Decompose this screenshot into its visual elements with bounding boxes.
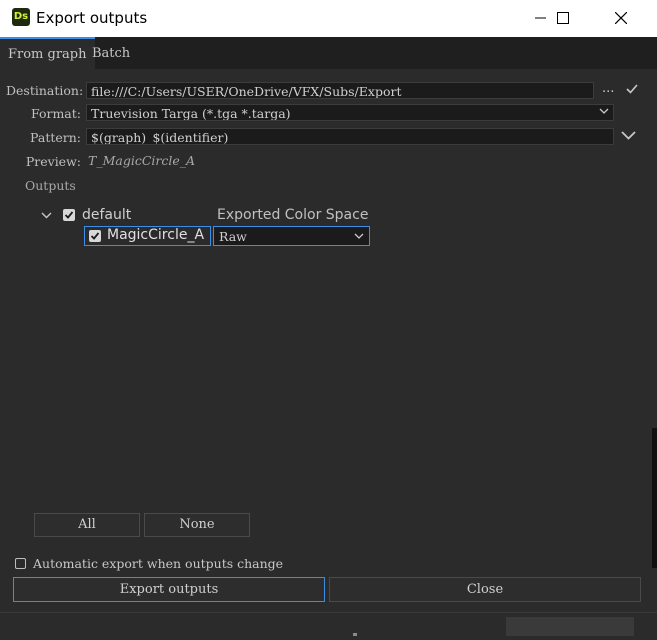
color-space-header: Exported Color Space — [217, 207, 369, 223]
export-outputs-button[interactable]: Export outputs — [13, 577, 325, 602]
output-row-magiccircle[interactable]: MagicCircle_A — [84, 226, 211, 246]
select-all-button[interactable]: All — [34, 513, 140, 537]
status-bar — [0, 612, 657, 640]
check-icon — [90, 232, 100, 240]
pattern-label: Pattern: — [30, 130, 81, 145]
format-label: Format: — [30, 106, 81, 121]
collapse-chevron-icon[interactable] — [41, 212, 52, 219]
format-select[interactable]: Truevision Targa (*.tga *.targa) — [86, 104, 614, 121]
title-bar: Ds Export outputs — [0, 0, 657, 37]
chevron-down-icon — [354, 233, 364, 239]
maximize-icon — [557, 12, 569, 24]
destination-field[interactable]: file:///C:/Users/USER/OneDrive/VFX/Subs/… — [86, 82, 594, 99]
preview-label: Preview: — [25, 154, 81, 169]
outputs-section-label: Outputs — [25, 178, 76, 193]
group-default-checkbox[interactable] — [63, 209, 75, 221]
app-logo-icon: Ds — [12, 8, 30, 26]
destination-label: Destination: — [6, 83, 84, 98]
chevron-down-icon — [599, 108, 609, 114]
maximize-button[interactable] — [540, 0, 586, 37]
output-checkbox[interactable] — [89, 230, 101, 242]
status-bar-panel — [506, 617, 634, 636]
auto-export-checkbox[interactable] — [15, 558, 26, 569]
close-icon — [615, 12, 627, 24]
expand-chevron-icon[interactable] — [621, 131, 636, 140]
preview-value: T_MagicCircle_A — [88, 153, 196, 168]
output-name: MagicCircle_A — [107, 227, 205, 243]
color-space-value: Raw — [219, 229, 247, 244]
resize-grip-icon[interactable] — [353, 633, 357, 636]
window-title: Export outputs — [36, 9, 148, 27]
group-default-label: default — [82, 207, 132, 223]
browse-button[interactable]: ... — [602, 81, 614, 96]
background-sliver — [652, 428, 657, 568]
pattern-field[interactable]: $(graph)_$(identifier) — [86, 128, 614, 145]
format-value: Truevision Targa (*.tga *.targa) — [91, 106, 291, 121]
close-window-button[interactable] — [598, 0, 644, 37]
tab-bar: From graph Batch — [0, 37, 657, 69]
close-button[interactable]: Close — [329, 577, 641, 602]
check-icon — [64, 211, 74, 219]
tab-from-graph[interactable]: From graph — [0, 37, 95, 69]
select-none-button[interactable]: None — [144, 513, 250, 537]
checkmark-icon[interactable] — [626, 84, 638, 94]
auto-export-label: Automatic export when outputs change — [33, 556, 284, 571]
tab-batch[interactable]: Batch — [84, 37, 138, 69]
color-space-select[interactable]: Raw — [213, 226, 370, 246]
